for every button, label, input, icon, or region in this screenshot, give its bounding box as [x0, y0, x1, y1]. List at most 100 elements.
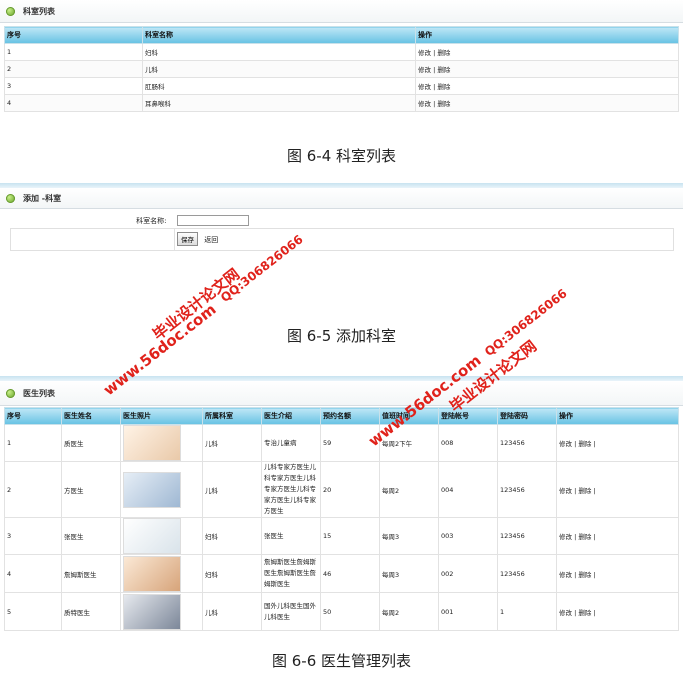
- doctor-password: 123456: [497, 517, 557, 555]
- doctor-account: 002: [438, 554, 498, 593]
- table-row: 3 肛肠科 修改 | 删除: [4, 77, 679, 95]
- col-header: 医生照片: [120, 407, 203, 425]
- doctor-duty-time: 每周3: [379, 554, 439, 593]
- doctor-name: 詹姆斯医生: [61, 554, 121, 593]
- doctor-photo: [123, 518, 181, 554]
- dept-name-cell: [175, 214, 674, 228]
- col-header: 操作: [415, 26, 679, 44]
- row-actions[interactable]: 修改 | 删除: [415, 43, 679, 61]
- dept-name: 儿科: [142, 60, 416, 78]
- col-header: 所属科室: [202, 407, 262, 425]
- doctor-photo: [123, 471, 181, 508]
- doctor-name: 质特医生: [61, 592, 121, 631]
- green-bullet-icon: [6, 388, 15, 398]
- figure-caption-6-6: 图 6-6 医生管理列表: [271, 652, 412, 670]
- doctor-dept: 儿科: [202, 461, 262, 518]
- doctor-password: 1: [497, 592, 557, 631]
- doctor-account: 004: [438, 461, 498, 518]
- row-actions[interactable]: 修改 | 删除: [415, 94, 679, 112]
- photo-cell: [120, 424, 203, 462]
- col-header: 序号: [4, 407, 62, 425]
- doctor-dept: 儿科: [202, 424, 262, 462]
- doctor-list-title: 医生列表: [23, 388, 55, 398]
- add-dept-panel: 添加 -科室 科室名称: 保存 返回: [0, 188, 683, 251]
- table-row: 5 质特医生 儿科 国外儿科医生国外儿科医生 50 每周2 001 1 修改 | 删除 |: [4, 592, 679, 631]
- doctor-quota: 15: [320, 517, 380, 555]
- photo-cell: [120, 461, 203, 518]
- row-id: 3: [4, 517, 62, 555]
- doctor-intro: 国外儿科医生国外儿科医生: [261, 592, 321, 631]
- doctor-dept: 儿科: [202, 592, 262, 631]
- row-actions[interactable]: 修改 | 删除 |: [556, 517, 679, 555]
- photo-cell: [120, 517, 203, 555]
- doctor-account: 001: [438, 592, 498, 631]
- dept-list-panel: 科室列表 序号 科室名称 操作 1 妇科 修改 | 删除 2 儿科 修改 | 删除 3 肛肠科…: [0, 0, 683, 112]
- col-header: 登陆密码: [497, 407, 557, 425]
- figure-caption-6-5: 图 6-5 添加科室: [286, 327, 397, 345]
- dept-name-label: 科室名称:: [136, 216, 167, 225]
- dept-table: 序号 科室名称 操作 1 妇科 修改 | 删除 2 儿科 修改 | 删除 3 肛肠科 修改 | …: [4, 26, 679, 112]
- row-id: 5: [4, 592, 62, 631]
- row-actions[interactable]: 修改 | 删除 |: [556, 424, 679, 462]
- doctor-intro: 儿科专家方医生儿科专家方医生儿科专家方医生儿科专家方医生儿科专家方医生: [261, 461, 321, 518]
- doctor-photo: [123, 425, 181, 461]
- doctor-account: 008: [438, 424, 498, 462]
- doctor-password: 123456: [497, 554, 557, 593]
- col-header: 科室名称: [142, 26, 416, 44]
- table-row: 2 儿科 修改 | 删除: [4, 60, 679, 78]
- row-actions[interactable]: 修改 | 删除: [415, 77, 679, 95]
- doctor-duty-time: 每周2: [379, 461, 439, 518]
- photo-cell: [120, 554, 203, 593]
- doctor-password: 123456: [497, 461, 557, 518]
- figure-caption-6-4: 图 6-4 科室列表: [286, 147, 397, 165]
- row-id: 3: [4, 77, 143, 95]
- doctor-photo: [123, 555, 181, 592]
- save-button[interactable]: 保存: [177, 232, 198, 246]
- doctor-name: 张医生: [61, 517, 121, 555]
- back-link[interactable]: 返回: [204, 236, 218, 244]
- dept-name: 肛肠科: [142, 77, 416, 95]
- doctor-name: 方医生: [61, 461, 121, 518]
- dept-name: 耳鼻喉科: [142, 94, 416, 112]
- photo-cell: [120, 592, 203, 631]
- doctor-quota: 50: [320, 592, 380, 631]
- dept-name-input[interactable]: [176, 215, 249, 227]
- col-header: 预约名额: [320, 407, 380, 425]
- doctor-dept: 妇科: [202, 554, 262, 593]
- table-row: 4 耳鼻喉科 修改 | 删除: [4, 94, 679, 112]
- doctor-quota: 20: [320, 461, 380, 518]
- doctor-password: 123456: [497, 424, 557, 462]
- doctor-account: 003: [438, 517, 498, 555]
- doctor-quota: 46: [320, 554, 380, 593]
- row-id: 2: [4, 461, 62, 518]
- doctor-dept: 妇科: [202, 517, 262, 555]
- add-dept-title: 添加 -科室: [23, 193, 62, 203]
- form-actions: 保存 返回: [174, 227, 674, 251]
- col-header: 医生介绍: [261, 407, 321, 425]
- doctor-table: 序号 医生姓名 医生照片 所属科室 医生介绍 预约名额 值班时间 登陆帐号 登陆…: [4, 407, 679, 631]
- col-header: 医生姓名: [61, 407, 121, 425]
- table-row: 1 妇科 修改 | 删除: [4, 43, 679, 61]
- dept-name: 妇科: [142, 43, 416, 61]
- doctor-name: 质医生: [61, 424, 121, 462]
- row-actions[interactable]: 修改 | 删除: [415, 60, 679, 78]
- doctor-photo: [123, 593, 181, 630]
- row-id: 1: [4, 43, 143, 61]
- doctor-duty-time: 每周3: [379, 517, 439, 555]
- row-actions[interactable]: 修改 | 删除 |: [556, 554, 679, 593]
- green-bullet-icon: [6, 6, 15, 16]
- doctor-intro: 专治儿童病: [261, 424, 321, 462]
- form-spacer-cell: [10, 227, 175, 251]
- green-bullet-icon: [6, 193, 15, 203]
- row-id: 1: [4, 424, 62, 462]
- row-id: 4: [4, 554, 62, 593]
- doctor-intro: 詹姆斯医生詹姆斯医生詹姆斯医生詹姆斯医生: [261, 554, 321, 593]
- col-header: 操作: [556, 407, 679, 425]
- dept-list-title: 科室列表: [23, 6, 55, 16]
- doctor-intro: 张医生: [261, 517, 321, 555]
- table-row: 1 质医生 儿科 专治儿童病 59 每周2下午 008 123456 修改 | 删除 |: [4, 424, 679, 462]
- row-actions[interactable]: 修改 | 删除 |: [556, 461, 679, 518]
- add-dept-form: 科室名称: 保存 返回: [10, 214, 674, 251]
- row-id: 4: [4, 94, 143, 112]
- row-actions[interactable]: 修改 | 删除 |: [556, 592, 679, 631]
